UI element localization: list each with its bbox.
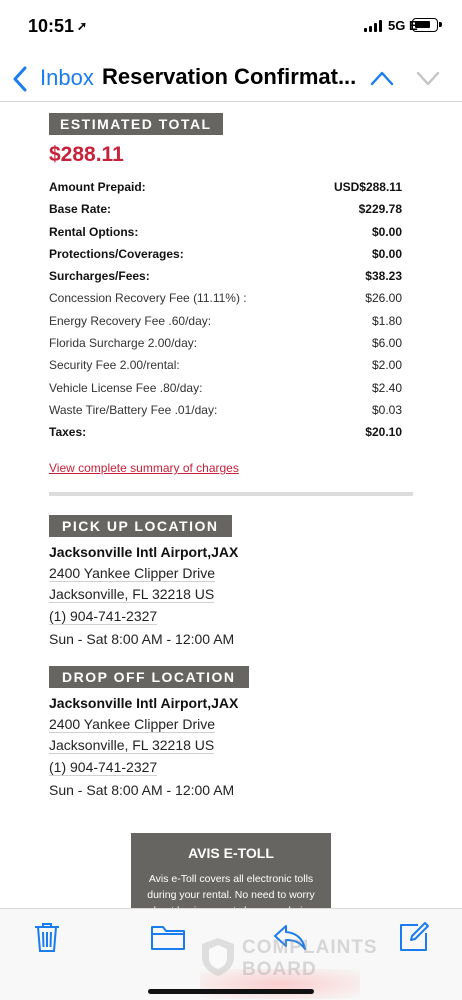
charge-label: Vehicle License Fee .80/day: xyxy=(49,380,203,395)
chevron-left-icon[interactable] xyxy=(12,66,28,92)
estimated-total-header: ESTIMATED TOTAL xyxy=(49,113,223,135)
charges-list: Amount Prepaid: USD$288.11 Base Rate: $229.… xyxy=(49,177,402,445)
charge-label: Concession Recovery Fee (11.11%) : xyxy=(49,291,247,306)
charge-label: Taxes: xyxy=(49,425,87,440)
pickup-phone-link[interactable]: (1) 904-741-2327 xyxy=(49,608,158,625)
charge-value: $0.00 xyxy=(371,224,402,239)
charge-row: Amount Prepaid: USD$288.11 xyxy=(49,177,402,199)
pickup-street-link[interactable]: 2400 Yankee Clipper Drive xyxy=(49,565,216,582)
charge-value: $1.80 xyxy=(371,313,402,328)
charge-label: Protections/Coverages: xyxy=(49,246,184,261)
etoll-title: AVIS E-TOLL xyxy=(188,845,274,861)
charge-value: $0.03 xyxy=(371,402,402,417)
charge-label: Waste Tire/Battery Fee .01/day: xyxy=(49,402,218,417)
dropoff-street-link[interactable]: 2400 Yankee Clipper Drive xyxy=(49,716,216,733)
previous-message-icon[interactable] xyxy=(370,68,394,88)
pickup-hours: Sun - Sat 8:00 AM - 12:00 AM xyxy=(49,631,235,647)
time-text: 10:51 xyxy=(28,16,75,36)
charge-value: $2.00 xyxy=(371,358,402,373)
home-indicator[interactable] xyxy=(148,989,314,994)
battery-icon xyxy=(412,18,442,32)
status-bar: 10:51 ➚ 5G E xyxy=(0,0,462,56)
nav-bar: Inbox Reservation Confirmat... xyxy=(0,56,462,102)
watermark-line2: BOARD xyxy=(242,959,317,980)
charge-label: Rental Options: xyxy=(49,224,139,239)
section-divider xyxy=(49,492,413,496)
charge-row: Security Fee 2.00/rental: $2.00 xyxy=(49,355,402,377)
pickup-location-header: PICK UP LOCATION xyxy=(49,515,232,537)
charge-value: $26.00 xyxy=(365,291,402,306)
estimated-total-amount: $288.11 xyxy=(49,143,124,166)
charge-value: $2.40 xyxy=(371,380,402,395)
folder-icon[interactable] xyxy=(150,923,186,951)
location-arrow-icon: ➚ xyxy=(77,19,88,33)
charge-row: Concession Recovery Fee (11.11%) : $26.00 xyxy=(49,288,402,310)
charge-row: Surcharges/Fees: $38.23 xyxy=(49,266,402,288)
email-body[interactable]: ESTIMATED TOTAL $288.11 Amount Prepaid: U… xyxy=(0,103,462,908)
charge-row: Waste Tire/Battery Fee .01/day: $0.03 xyxy=(49,400,402,422)
charge-value: $0.00 xyxy=(371,246,402,261)
watermark-line1: COMPLAINTS xyxy=(242,937,378,958)
shield-logo-icon xyxy=(202,938,234,976)
charge-row: Florida Surcharge 2.00/day: $6.00 xyxy=(49,333,402,355)
next-message-icon[interactable] xyxy=(416,68,440,88)
pickup-location-name: Jacksonville Intl Airport,JAX xyxy=(49,544,239,560)
bottom-toolbar: COMPLAINTS BOARD xyxy=(0,908,462,1000)
charge-row: Taxes: $20.10 xyxy=(49,422,402,444)
back-button-inbox[interactable]: Inbox xyxy=(40,65,94,91)
dropoff-hours: Sun - Sat 8:00 AM - 12:00 AM xyxy=(49,782,235,798)
charge-value: $38.23 xyxy=(365,269,402,284)
dropoff-location-name: Jacksonville Intl Airport,JAX xyxy=(49,695,239,711)
charge-label: Amount Prepaid: xyxy=(49,180,146,194)
charge-value: USD$288.11 xyxy=(333,180,402,194)
compose-icon[interactable] xyxy=(398,921,430,953)
cellular-signal-icon xyxy=(364,20,384,32)
charge-value: $229.78 xyxy=(358,202,402,217)
message-subject-title: Reservation Confirmat... xyxy=(102,64,357,89)
trash-icon[interactable] xyxy=(32,921,62,953)
summary-of-charges-link[interactable]: View complete summary of charges xyxy=(49,461,239,475)
dropoff-city-link[interactable]: Jacksonville, FL 32218 US xyxy=(49,737,215,754)
charge-row: Protections/Coverages: $0.00 xyxy=(49,244,402,266)
etoll-description: Avis e-Toll covers all electronic tolls … xyxy=(147,873,315,908)
charge-row: Rental Options: $0.00 xyxy=(49,222,402,244)
charge-value: $20.10 xyxy=(365,425,402,440)
charge-label: Energy Recovery Fee .60/day: xyxy=(49,313,212,328)
charge-row: Energy Recovery Fee .60/day: $1.80 xyxy=(49,311,402,333)
charge-row: Base Rate: $229.78 xyxy=(49,199,402,221)
status-time: 10:51 ➚ xyxy=(28,16,87,37)
complaints-board-watermark: COMPLAINTS BOARD xyxy=(200,937,400,997)
charge-label: Surcharges/Fees: xyxy=(49,269,150,284)
charge-label: Base Rate: xyxy=(49,202,112,217)
charge-label: Florida Surcharge 2.00/day: xyxy=(49,336,198,351)
charge-label: Security Fee 2.00/rental: xyxy=(49,358,180,373)
etoll-panel: AVIS E-TOLL Avis e-Toll covers all elect… xyxy=(131,833,331,908)
dropoff-phone-link[interactable]: (1) 904-741-2327 xyxy=(49,759,158,776)
dropoff-location-header: DROP OFF LOCATION xyxy=(49,666,249,688)
pickup-city-link[interactable]: Jacksonville, FL 32218 US xyxy=(49,586,215,603)
charge-row: Vehicle License Fee .80/day: $2.40 xyxy=(49,378,402,400)
charge-value: $6.00 xyxy=(371,336,402,351)
